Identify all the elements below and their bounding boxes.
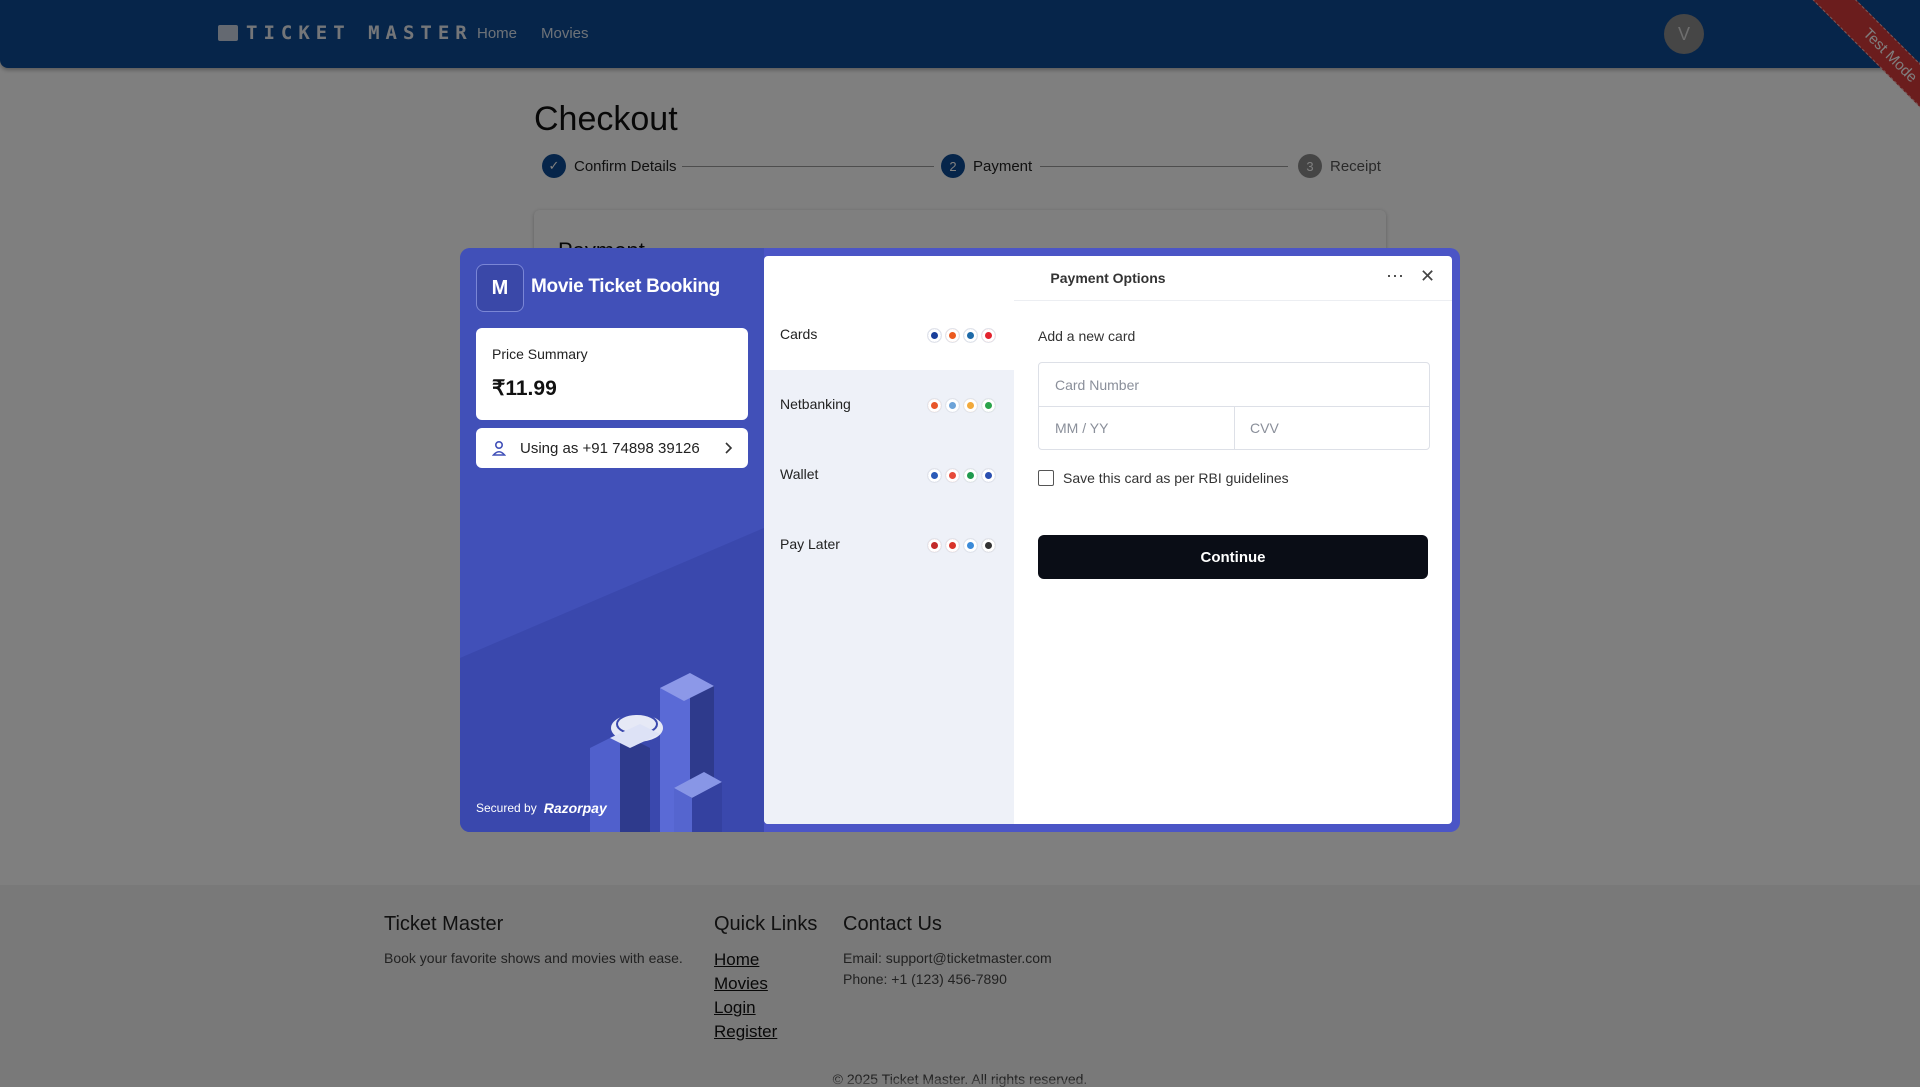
- secured-by-label: Secured by: [476, 801, 537, 815]
- method-label: Cards: [780, 326, 818, 342]
- payment-modal: M Movie Ticket Booking Price Summary ₹11…: [460, 248, 1460, 832]
- save-card-label: Save this card as per RBI guidelines: [1063, 470, 1289, 486]
- card-number-input[interactable]: Card Number: [1055, 377, 1139, 393]
- secured-by-footer: Secured by Razorpay: [476, 800, 607, 816]
- merchant-logo: M: [476, 264, 524, 312]
- price-summary-card: Price Summary ₹11.99: [476, 328, 748, 420]
- wallet-icon: [963, 468, 978, 483]
- wallet-icons: [927, 468, 996, 483]
- panel-header: Payment Options ⋯ ✕: [764, 256, 1452, 301]
- maestro-icon: [981, 328, 996, 343]
- price-summary-label: Price Summary: [492, 346, 588, 362]
- pay-later-icon: [963, 538, 978, 553]
- pay-later-icons: [927, 538, 996, 553]
- visa-icon: [927, 328, 942, 343]
- method-pay-later[interactable]: Pay Later: [764, 510, 1014, 580]
- card-input-group: Card Number MM / YY CVV: [1038, 362, 1430, 450]
- mastercard-icon: [945, 328, 960, 343]
- payment-methods-list: Cards Netbanking Wallet Pay Later: [764, 300, 1014, 824]
- save-card-option[interactable]: Save this card as per RBI guidelines: [1038, 470, 1289, 486]
- bank-icon: [927, 398, 942, 413]
- method-netbanking[interactable]: Netbanking: [764, 370, 1014, 440]
- method-cards[interactable]: Cards: [764, 300, 1014, 370]
- pay-later-icon: [945, 538, 960, 553]
- card-network-icons: [927, 328, 996, 343]
- more-options-icon[interactable]: ⋯: [1386, 266, 1404, 287]
- razorpay-logo: Razorpay: [543, 800, 607, 816]
- payment-panel: Payment Options ⋯ ✕ Cards Netbanking Wal…: [764, 256, 1452, 824]
- expiry-input[interactable]: MM / YY: [1055, 420, 1108, 436]
- divider: [1234, 406, 1235, 449]
- contact-text: Using as +91 74898 39126: [520, 440, 700, 457]
- wallet-icon: [927, 468, 942, 483]
- contact-selector[interactable]: Using as +91 74898 39126: [476, 428, 748, 468]
- user-icon: [492, 440, 506, 456]
- chevron-right-icon: [725, 442, 733, 454]
- bank-icon: [963, 398, 978, 413]
- method-label: Wallet: [780, 466, 819, 482]
- modal-sidebar: M Movie Ticket Booking Price Summary ₹11…: [460, 248, 764, 832]
- price-amount: ₹11.99: [492, 377, 557, 400]
- bank-icon: [945, 398, 960, 413]
- panel-title: Payment Options: [1050, 270, 1166, 286]
- method-label: Netbanking: [780, 396, 851, 412]
- pay-later-icon: [981, 538, 996, 553]
- rupay-icon: [963, 328, 978, 343]
- close-icon[interactable]: ✕: [1420, 266, 1435, 287]
- cvv-input[interactable]: CVV: [1250, 420, 1279, 436]
- continue-button[interactable]: Continue: [1038, 535, 1428, 579]
- bank-icon: [981, 398, 996, 413]
- card-form-heading: Add a new card: [1038, 328, 1136, 344]
- bank-icons: [927, 398, 996, 413]
- wallet-icon: [981, 468, 996, 483]
- merchant-name: Movie Ticket Booking: [531, 276, 720, 297]
- method-wallet[interactable]: Wallet: [764, 440, 1014, 510]
- wallet-icon: [945, 468, 960, 483]
- method-label: Pay Later: [780, 536, 840, 552]
- pay-later-icon: [927, 538, 942, 553]
- save-card-checkbox[interactable]: [1038, 470, 1054, 486]
